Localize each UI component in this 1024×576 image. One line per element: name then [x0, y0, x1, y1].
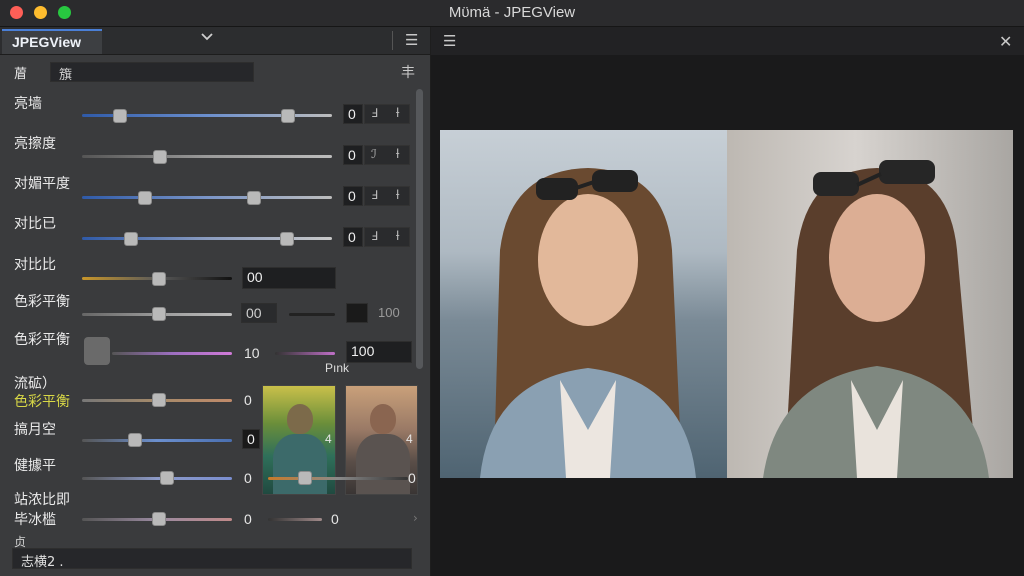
slider-handle[interactable]	[128, 433, 142, 447]
viewer-toolbar: ☰ ✕	[431, 27, 1024, 55]
step-up-icon[interactable]: ƚ	[396, 229, 399, 243]
slider-track[interactable]	[82, 439, 232, 442]
tab-divider	[392, 31, 393, 50]
slider-handle[interactable]	[124, 232, 138, 246]
row-label: 搞月空	[14, 422, 56, 438]
row-label: 色彩平衡	[14, 394, 70, 410]
row-label: 色彩平衡	[14, 294, 70, 310]
photo-adjusted[interactable]	[727, 130, 1013, 478]
value-readout: 0	[244, 511, 252, 527]
thumbnail-badge: 4	[406, 432, 413, 446]
value-stepper[interactable]: Ⅎƚ	[364, 186, 410, 206]
value-field[interactable]: 00	[241, 303, 277, 323]
thumbnail-figure	[356, 434, 410, 494]
slider-track[interactable]	[268, 477, 408, 480]
row-label: 对比比	[14, 257, 56, 273]
thumbnail-figure	[287, 404, 313, 434]
slider-track[interactable]	[289, 313, 335, 316]
slider-handle[interactable]	[152, 272, 166, 286]
value-field[interactable]: 0	[343, 104, 363, 124]
tone-swatch[interactable]	[84, 337, 110, 365]
hamburger-icon[interactable]: ☰	[405, 31, 418, 49]
value-readout: 0	[331, 511, 339, 527]
slider-track[interactable]	[82, 237, 332, 240]
value-stepper[interactable]: Ⅎƚ	[364, 227, 410, 247]
row-label-top: 流砿）	[14, 376, 56, 392]
slider-track[interactable]	[112, 352, 232, 355]
pin-icon[interactable]: 丰	[401, 62, 415, 82]
photo-portrait-art	[480, 168, 696, 478]
slider-handle[interactable]	[152, 393, 166, 407]
sidebar-tab-bar: JPEGView ☰	[0, 27, 430, 55]
slider-handle[interactable]	[152, 307, 166, 321]
slider-handle[interactable]	[280, 232, 294, 246]
value-readout: 0	[244, 470, 252, 486]
status-field[interactable]: 志横2 .	[12, 548, 412, 570]
slider-handle[interactable]	[281, 109, 295, 123]
row-label-top: 站浓比即	[14, 492, 70, 508]
slider-handle[interactable]	[160, 471, 174, 485]
hamburger-icon[interactable]: ☰	[443, 32, 456, 50]
value-field[interactable]: 0	[343, 227, 363, 247]
thumbnail-figure	[273, 434, 327, 494]
row-label: 色彩平衡	[14, 332, 70, 348]
window-title: Mϋmä - JPEGView	[448, 4, 576, 21]
value-readout: 0	[244, 392, 252, 408]
photo-original[interactable]	[440, 130, 727, 478]
step-down-icon[interactable]: Ⅎ	[371, 188, 378, 202]
step-down-icon[interactable]: Ⅎ	[371, 106, 378, 120]
row-label: 对比已	[14, 216, 56, 232]
value-readout: 10	[244, 345, 260, 361]
sidebar-scrollbar[interactable]	[416, 89, 423, 369]
value-field[interactable]: 0	[343, 145, 363, 165]
thumbnail-figure	[370, 404, 396, 434]
slider-track[interactable]	[82, 155, 332, 158]
slider-handle[interactable]	[247, 191, 261, 205]
row-label: 亮擦度	[14, 136, 56, 152]
value-readout: 100	[378, 305, 400, 320]
row-label: 健據平	[14, 458, 56, 474]
slider-track[interactable]	[275, 352, 335, 355]
step-up-icon[interactable]: ƚ	[396, 106, 399, 120]
slider-handle[interactable]	[113, 109, 127, 123]
color-swatch[interactable]	[346, 303, 368, 323]
step-down-icon[interactable]: Ⅎ	[371, 229, 378, 243]
row-label: 毕冰槛	[14, 512, 56, 528]
step-up-icon[interactable]: ƚ	[396, 188, 399, 202]
value-field[interactable]: 00	[242, 267, 336, 289]
close-icon[interactable]: ✕	[999, 32, 1012, 51]
image-viewer: ☰ ✕	[431, 27, 1024, 576]
slider-handle[interactable]	[298, 471, 312, 485]
value-field[interactable]: 0	[343, 186, 363, 206]
chevron-down-icon[interactable]	[200, 30, 214, 46]
slider-handle[interactable]	[138, 191, 152, 205]
slider-handle[interactable]	[153, 150, 167, 164]
value-field[interactable]: 0	[242, 429, 260, 449]
row-label: 对媚平度	[14, 176, 70, 192]
value-stepper[interactable]: Ⅎƚ	[364, 104, 410, 124]
search-label: 葿	[14, 67, 28, 82]
app-window: Mϋmä - JPEGView JPEGView ☰ 葿 籏 丰 亮墙 0 Ⅎƚ…	[0, 0, 1024, 576]
slider-track[interactable]	[268, 518, 322, 521]
slider-track[interactable]	[82, 196, 332, 199]
pink-label: Pınk	[325, 361, 350, 375]
value-readout: 0	[408, 470, 416, 486]
row-label: 亮墙	[14, 96, 42, 112]
slider-track[interactable]	[82, 477, 232, 480]
thumbnail-badge: 4	[325, 432, 332, 446]
chevron-right-icon[interactable]: ›	[413, 511, 418, 525]
search-input[interactable]: 籏	[50, 62, 254, 83]
photo-portrait-art	[763, 160, 989, 478]
step-up-icon[interactable]: ƚ	[396, 147, 399, 161]
value-stepper[interactable]: ℐƚ	[364, 145, 410, 165]
title-bar: Mϋmä - JPEGView	[0, 0, 1024, 27]
value-field[interactable]: 100	[346, 341, 412, 363]
tab-jpegview[interactable]: JPEGView	[2, 29, 102, 54]
adjustments-sidebar: JPEGView ☰ 葿 籏 丰 亮墙 0 Ⅎƚ 亮擦度 0 ℐƚ 对媚平度 0	[0, 27, 431, 576]
slider-handle[interactable]	[152, 512, 166, 526]
step-down-icon[interactable]: ℐ	[371, 147, 377, 161]
